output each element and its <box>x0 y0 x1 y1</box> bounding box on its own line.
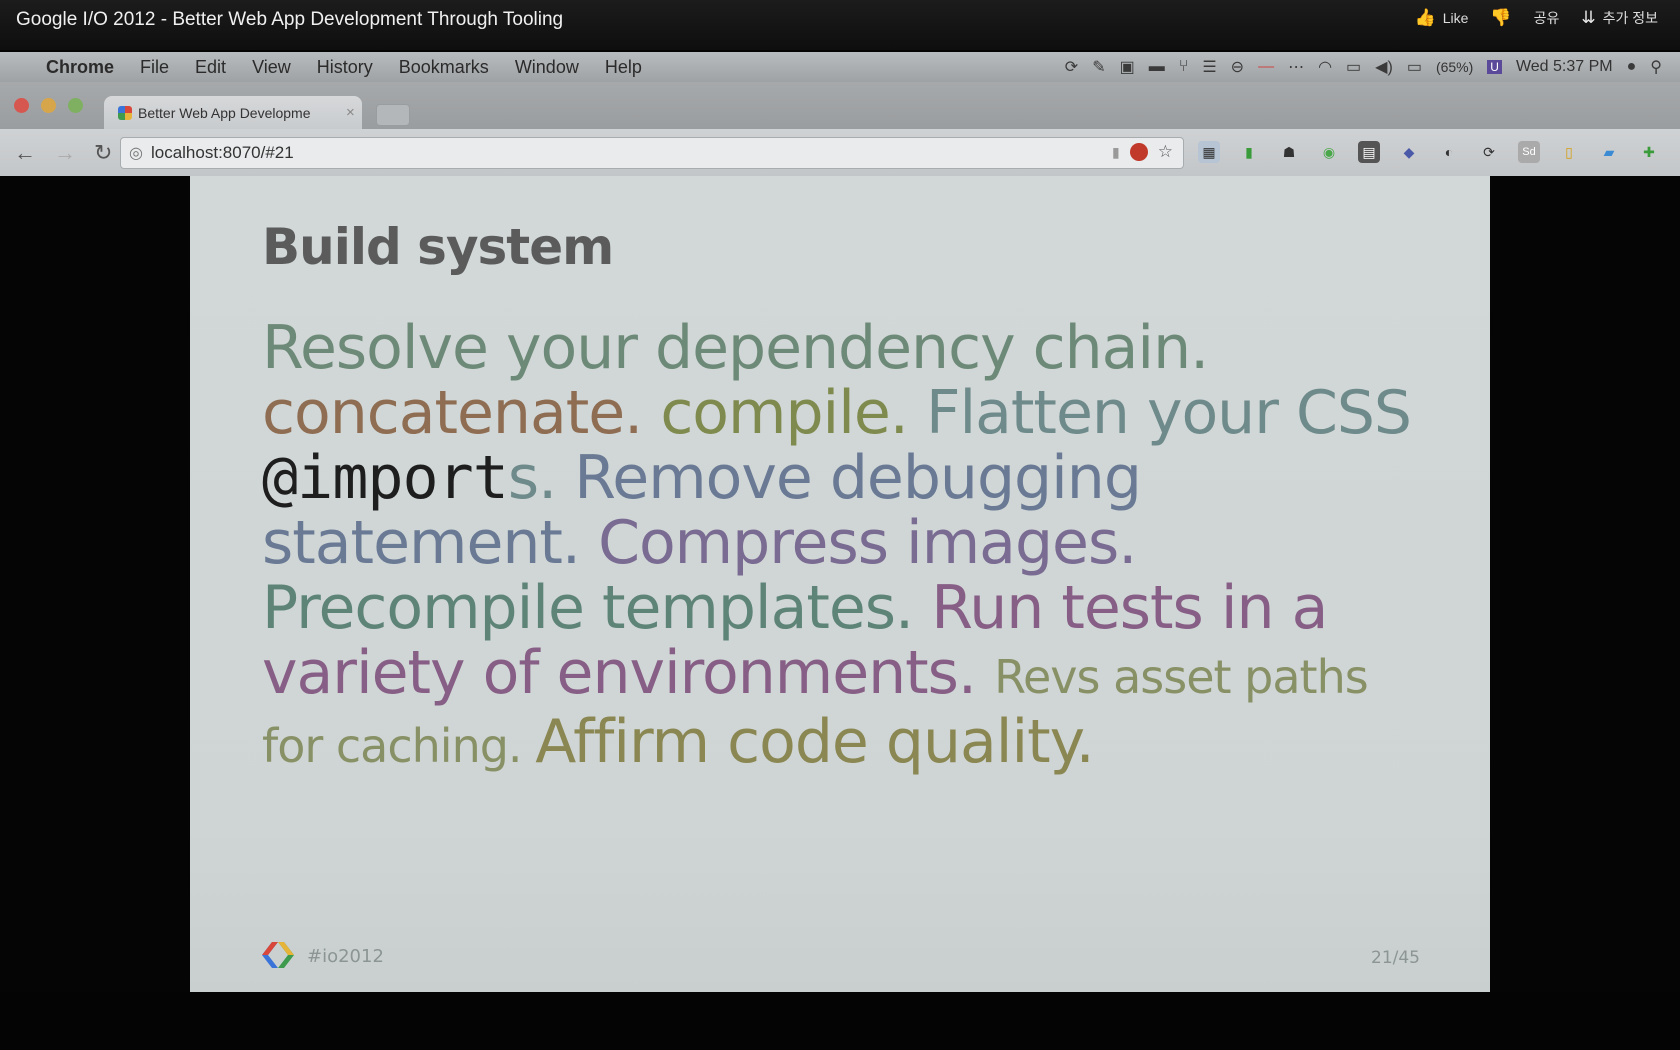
wifi-icon[interactable]: ◠ <box>1318 57 1332 77</box>
menu-view[interactable]: View <box>252 57 291 78</box>
bookmark-star-icon[interactable]: ☆ <box>1158 142 1173 162</box>
activity-line-icon[interactable]: ― <box>1258 58 1274 76</box>
fork-icon[interactable]: ⑂ <box>1179 58 1189 76</box>
address-bar[interactable]: ◎ localhost:8070/#21 ▮ ☆ <box>120 137 1184 169</box>
slide-segment: Precompile templates. <box>262 573 932 643</box>
volume-icon[interactable]: ◀) <box>1375 57 1393 77</box>
adblock-icon[interactable] <box>1129 143 1148 161</box>
slide-segment: s. <box>507 443 575 513</box>
no-entry-icon[interactable]: ⊖ <box>1231 57 1244 77</box>
slide: Build system Resolve your dependency cha… <box>190 176 1490 992</box>
spotlight-search-icon[interactable]: ⚲ <box>1650 57 1662 77</box>
share-label: 공유 <box>1533 10 1560 26</box>
clock[interactable]: Wed 5:37 PM <box>1516 58 1613 76</box>
share-button[interactable]: 공유 <box>1534 8 1560 28</box>
menu-help[interactable]: Help <box>605 57 642 78</box>
forward-icon[interactable]: → <box>54 140 76 166</box>
ext-blue-icon[interactable]: ◆ <box>1398 141 1420 163</box>
slide-segment: Resolve your dependency chain. <box>262 313 1209 383</box>
google-io-logo-icon <box>262 942 294 968</box>
video-title-bar: Google I/O 2012 - Better Web App Develop… <box>0 0 1680 50</box>
slide-segment-code: @import <box>262 443 509 513</box>
ext-green-icon[interactable]: ▮ <box>1238 141 1260 163</box>
slide-segment: Flatten your CSS <box>925 378 1412 448</box>
menu-app-chrome[interactable]: Chrome <box>46 57 114 78</box>
page-info-icon[interactable]: ◎ <box>129 143 143 163</box>
reload-icon[interactable]: ↻ <box>94 140 112 166</box>
more-info-button[interactable]: ⇊ 추가 정보 <box>1581 8 1658 28</box>
ext-sd-icon[interactable]: Sd <box>1518 141 1540 163</box>
url-text[interactable]: localhost:8070/#21 <box>151 143 294 163</box>
browser-toolbar: ← → ↻ ◎ localhost:8070/#21 ▮ ☆ ▦ ▮ ☗ ◉ ▤… <box>0 129 1680 176</box>
ext-circle-icon[interactable]: ◐ <box>1438 141 1460 163</box>
video-bottom-bar <box>0 992 1680 1050</box>
user-icon[interactable]: ● <box>1627 58 1637 76</box>
slide-hashtag: #io2012 <box>307 946 384 967</box>
minimize-window-button[interactable] <box>41 98 56 113</box>
google-io-favicon-icon <box>118 105 132 120</box>
slide-page-number: 21/45 <box>1371 948 1420 968</box>
dots-icon[interactable]: ⋯ <box>1288 57 1304 77</box>
like-button[interactable]: 👍 Like <box>1415 8 1469 28</box>
tab-title: Better Web App Developme <box>138 104 311 121</box>
slide-body: Resolve your dependency chain. concatena… <box>262 316 1432 779</box>
new-tab-button[interactable] <box>376 104 410 126</box>
menu-file[interactable]: File <box>140 57 169 78</box>
menu-bookmarks[interactable]: Bookmarks <box>399 57 489 78</box>
slide-segment: compile. <box>660 378 926 448</box>
list-icon[interactable]: ☰ <box>1202 57 1216 77</box>
sync-icon[interactable]: ⟳ <box>1065 57 1078 77</box>
ext-layout-icon[interactable]: ▦ <box>1198 141 1220 163</box>
battery-icon[interactable]: ▭ <box>1407 57 1422 77</box>
ext-window-icon[interactable]: ▤ <box>1358 141 1380 163</box>
battery-percent: (65%) <box>1435 59 1474 75</box>
folder-icon[interactable]: ▬ <box>1149 58 1165 76</box>
more-info-label: 추가 정보 <box>1602 10 1658 26</box>
slide-title: Build system <box>262 218 614 276</box>
ext-ruler-icon[interactable]: ▰ <box>1598 141 1620 163</box>
ext-puzzle-icon[interactable]: ✚ <box>1638 141 1660 163</box>
window-controls <box>14 98 83 113</box>
close-window-button[interactable] <box>14 98 29 113</box>
thumbs-up-icon: 👍 <box>1414 8 1436 27</box>
slide-segment: Affirm code quality. <box>535 707 1094 777</box>
video-actions: 👍 Like 👎 공유 ⇊ 추가 정보 <box>1415 8 1658 28</box>
tab-close-icon[interactable]: × <box>346 104 355 121</box>
page-action-icon[interactable]: ▮ <box>1112 144 1120 161</box>
more-info-icon: ⇊ <box>1581 8 1596 27</box>
pen-icon[interactable]: ✎ <box>1092 57 1105 77</box>
display-icon[interactable]: ▭ <box>1346 57 1361 77</box>
back-icon[interactable]: ← <box>14 140 36 166</box>
menu-edit[interactable]: Edit <box>195 57 226 78</box>
like-label: Like <box>1442 10 1469 26</box>
input-method-icon[interactable]: U <box>1487 60 1502 74</box>
ext-sync-icon[interactable]: ⟳ <box>1478 141 1500 163</box>
ext-phone-icon[interactable]: ▯ <box>1558 141 1580 163</box>
video-title: Google I/O 2012 - Better Web App Develop… <box>16 9 564 30</box>
zoom-window-button[interactable] <box>68 98 83 113</box>
clipboard-icon[interactable]: ▣ <box>1120 57 1135 77</box>
system-menu-bar: Chrome File Edit View History Bookmarks … <box>0 52 1680 82</box>
extension-icons: ▦ ▮ ☗ ◉ ▤ ◆ ◐ ⟳ Sd ▯ ▰ ✚ <box>1198 141 1660 163</box>
tab-strip: Better Web App Developme × <box>0 82 1680 129</box>
ext-robot-icon[interactable]: ☗ <box>1278 141 1300 163</box>
ext-android-icon[interactable]: ◉ <box>1318 141 1340 163</box>
slide-segment: concatenate. <box>262 378 661 448</box>
thumbs-down-icon: 👎 <box>1490 8 1512 27</box>
tab-active[interactable]: Better Web App Developme × <box>104 96 362 129</box>
menu-history[interactable]: History <box>317 57 373 78</box>
dislike-button[interactable]: 👎 <box>1490 8 1511 28</box>
slide-segment: Compress images. <box>598 508 1137 578</box>
status-tray: ⟳ ✎ ▣ ▬ ⑂ ☰ ⊖ ― ⋯ ◠ ▭ ◀) ▭ (65%) U Wed 5… <box>1065 52 1662 82</box>
menu-window[interactable]: Window <box>515 57 579 78</box>
omnibox-actions: ▮ ☆ <box>1112 142 1173 162</box>
